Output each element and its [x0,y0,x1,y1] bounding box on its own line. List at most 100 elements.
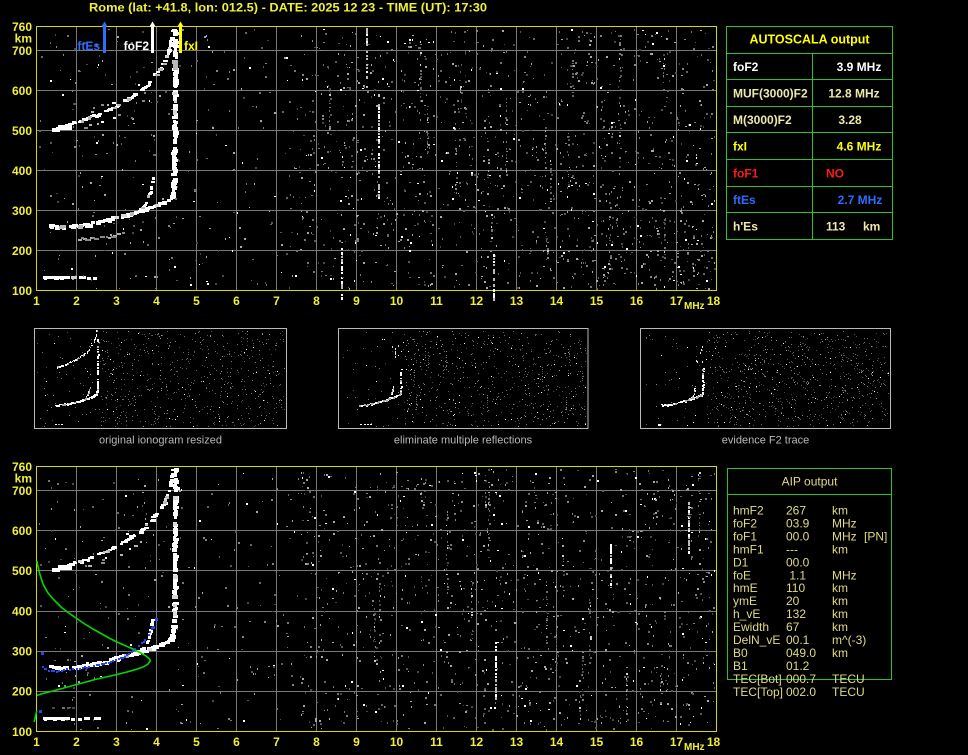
svg-text:2.7 MHz: 2.7 MHz [838,193,883,207]
svg-text:17: 17 [670,294,684,308]
svg-text:03.9: 03.9 [786,517,810,531]
svg-text:B1: B1 [733,659,748,673]
svg-text:9: 9 [353,735,360,749]
svg-text:foF1: foF1 [733,166,759,180]
svg-text:h_vE: h_vE [733,607,760,621]
svg-text:200: 200 [12,685,32,699]
svg-text:18: 18 [707,735,721,749]
svg-text:foF1: foF1 [733,529,757,543]
svg-text:foE: foE [733,568,751,582]
svg-text:132: 132 [786,607,806,621]
svg-text:18: 18 [707,294,721,308]
svg-text:NO: NO [826,166,844,180]
svg-text:2: 2 [73,735,80,749]
svg-text:13: 13 [510,735,524,749]
svg-text:267: 267 [786,504,806,518]
svg-text:2: 2 [73,294,80,308]
svg-text:km: km [863,219,880,233]
svg-text:13: 13 [510,294,524,308]
svg-text:foF2: foF2 [733,60,759,74]
svg-text:6: 6 [233,294,240,308]
svg-text:15: 15 [590,735,604,749]
svg-text:00.0: 00.0 [786,555,810,569]
svg-text:200: 200 [12,244,32,258]
svg-text:Ewidth: Ewidth [733,620,769,634]
svg-text:100: 100 [12,284,32,298]
svg-text:600: 600 [12,524,32,538]
svg-text:16: 16 [630,735,644,749]
svg-text:TEC[Bot]: TEC[Bot] [733,672,782,686]
svg-text:7: 7 [273,294,280,308]
svg-text:600: 600 [12,84,32,98]
svg-text:17: 17 [670,735,684,749]
svg-text:4: 4 [153,735,160,749]
svg-text:300: 300 [12,204,32,218]
svg-text:km: km [832,581,848,595]
svg-text:700: 700 [12,44,32,58]
svg-text:fxI: fxI [733,139,747,153]
svg-text:16: 16 [630,294,644,308]
svg-text:km: km [832,504,848,518]
svg-text:ftEs: ftEs [77,39,100,53]
svg-text:20: 20 [786,594,800,608]
svg-text:MUF(3000)F2: MUF(3000)F2 [733,86,808,100]
svg-text:00.0: 00.0 [786,529,810,543]
svg-text:12.8 MHz: 12.8 MHz [828,86,879,100]
svg-text:300: 300 [12,644,32,658]
svg-text:100: 100 [12,725,32,739]
svg-text:14: 14 [550,294,564,308]
svg-text:110: 110 [786,581,805,595]
svg-text:[PN]: [PN] [864,529,887,543]
svg-text:500: 500 [12,124,32,138]
svg-text:113: 113 [826,219,846,233]
svg-text:8: 8 [313,294,320,308]
svg-text:000.7: 000.7 [786,672,816,686]
svg-text:8: 8 [313,735,320,749]
svg-text:1: 1 [33,735,40,749]
svg-text:foF2: foF2 [733,517,757,531]
svg-text:h'Es: h'Es [733,219,758,233]
svg-text:ftEs: ftEs [733,193,756,207]
svg-text:km: km [832,594,848,608]
svg-text:9: 9 [353,294,360,308]
svg-text:AIP output: AIP output [782,475,838,489]
svg-text:MHz: MHz [832,568,857,582]
svg-text:3.28: 3.28 [838,113,862,127]
svg-text:evidence F2 trace: evidence F2 trace [722,435,809,447]
svg-text:6: 6 [233,735,240,749]
svg-text:15: 15 [590,294,604,308]
svg-text:MHz: MHz [832,517,857,531]
svg-text:---: --- [786,542,798,556]
svg-text:TEC[Top]: TEC[Top] [733,685,783,699]
svg-text:MHz: MHz [832,529,857,543]
svg-text:1: 1 [33,294,40,308]
svg-text:12: 12 [470,294,484,308]
svg-text:original ionogram resized: original ionogram resized [99,435,222,447]
svg-text:002.0: 002.0 [786,685,816,699]
svg-text:foF2: foF2 [124,39,150,53]
svg-text:km: km [832,607,848,621]
svg-text:700: 700 [12,484,32,498]
svg-text:10: 10 [390,735,404,749]
svg-text:10: 10 [390,294,404,308]
svg-text:4: 4 [153,294,160,308]
svg-text:7: 7 [273,735,280,749]
svg-text:Rome (lat: +41.8, lon: 012.5): Rome (lat: +41.8, lon: 012.5) - DATE: 20… [89,1,487,15]
svg-text:400: 400 [12,164,32,178]
svg-text:fxI: fxI [184,39,198,53]
svg-text:01.2: 01.2 [786,659,810,673]
svg-text:eliminate multiple reflections: eliminate multiple reflections [394,435,533,447]
svg-text:ymE: ymE [733,594,757,608]
svg-text:12: 12 [470,735,484,749]
svg-text:00.1: 00.1 [786,633,810,647]
svg-text:DelN_vE: DelN_vE [733,633,780,647]
svg-text:4.6 MHz: 4.6 MHz [837,139,882,153]
svg-text:hmE: hmE [733,581,758,595]
svg-text:km: km [832,646,848,660]
svg-text:MHz: MHz [684,742,705,753]
svg-text:MHz: MHz [684,301,705,312]
svg-text:km: km [832,620,848,634]
svg-text:hmF2: hmF2 [733,504,764,518]
svg-text:14: 14 [550,735,564,749]
svg-text:67: 67 [786,620,800,634]
